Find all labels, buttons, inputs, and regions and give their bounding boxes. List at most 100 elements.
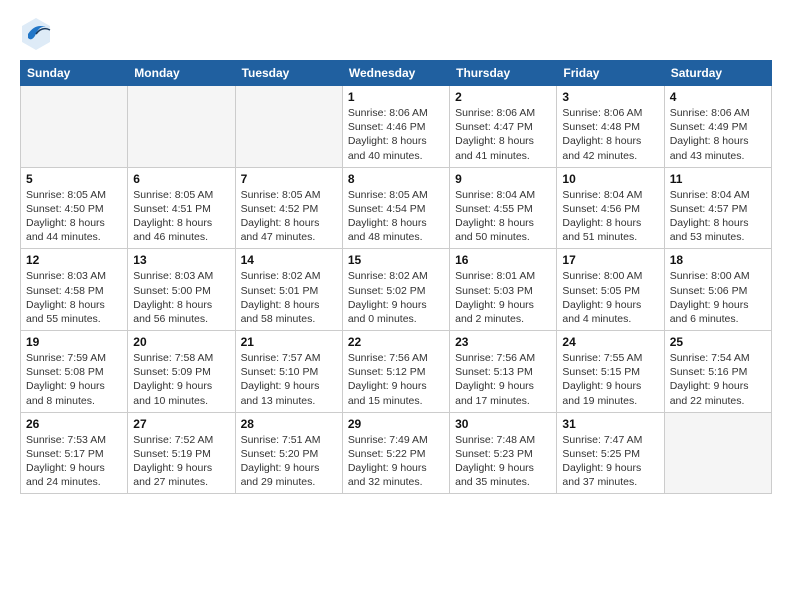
day-info: Sunrise: 8:06 AMSunset: 4:48 PMDaylight:… [562, 106, 658, 163]
day-number: 8 [348, 172, 444, 186]
day-info: Sunrise: 7:49 AMSunset: 5:22 PMDaylight:… [348, 433, 444, 490]
day-number: 23 [455, 335, 551, 349]
calendar-cell: 9 Sunrise: 8:04 AMSunset: 4:55 PMDaylight… [450, 167, 557, 249]
day-info: Sunrise: 8:04 AMSunset: 4:55 PMDaylight:… [455, 188, 551, 245]
weekday-header-friday: Friday [557, 61, 664, 86]
day-number: 1 [348, 90, 444, 104]
day-info: Sunrise: 7:55 AMSunset: 5:15 PMDaylight:… [562, 351, 658, 408]
day-number: 12 [26, 253, 122, 267]
calendar-cell: 16 Sunrise: 8:01 AMSunset: 5:03 PMDayligh… [450, 249, 557, 331]
calendar-cell: 26 Sunrise: 7:53 AMSunset: 5:17 PMDayligh… [21, 412, 128, 494]
calendar-cell: 11 Sunrise: 8:04 AMSunset: 4:57 PMDayligh… [664, 167, 771, 249]
calendar-cell: 29Sunrise: 7:49 AMSunset: 5:22 PMDayligh… [342, 412, 449, 494]
day-number: 22 [348, 335, 444, 349]
day-number: 7 [241, 172, 337, 186]
day-number: 2 [455, 90, 551, 104]
day-number: 11 [670, 172, 766, 186]
calendar-cell: 25 Sunrise: 7:54 AMSunset: 5:16 PMDayligh… [664, 331, 771, 413]
calendar-cell [21, 86, 128, 168]
weekday-header-thursday: Thursday [450, 61, 557, 86]
day-number: 31 [562, 417, 658, 431]
calendar-cell: 31 Sunrise: 7:47 AMSunset: 5:25 PMDayligh… [557, 412, 664, 494]
calendar-cell [128, 86, 235, 168]
day-info: Sunrise: 7:48 AMSunset: 5:23 PMDaylight:… [455, 433, 551, 490]
calendar-cell: 13 Sunrise: 8:03 AMSunset: 5:00 PMDayligh… [128, 249, 235, 331]
day-info: Sunrise: 8:03 AMSunset: 5:00 PMDaylight:… [133, 269, 229, 326]
day-number: 30 [455, 417, 551, 431]
calendar-header-row: SundayMondayTuesdayWednesdayThursdayFrid… [21, 61, 772, 86]
day-info: Sunrise: 8:00 AMSunset: 5:05 PMDaylight:… [562, 269, 658, 326]
calendar-cell: 19 Sunrise: 7:59 AMSunset: 5:08 PMDayligh… [21, 331, 128, 413]
calendar-week-row: 1 Sunrise: 8:06 AMSunset: 4:46 PMDaylight… [21, 86, 772, 168]
calendar-cell: 2 Sunrise: 8:06 AMSunset: 4:47 PMDaylight… [450, 86, 557, 168]
calendar-cell [664, 412, 771, 494]
day-info: Sunrise: 8:01 AMSunset: 5:03 PMDaylight:… [455, 269, 551, 326]
day-info: Sunrise: 7:47 AMSunset: 5:25 PMDaylight:… [562, 433, 658, 490]
calendar-week-row: 26 Sunrise: 7:53 AMSunset: 5:17 PMDayligh… [21, 412, 772, 494]
day-number: 19 [26, 335, 122, 349]
calendar-week-row: 5Sunrise: 8:05 AMSunset: 4:50 PMDaylight… [21, 167, 772, 249]
day-info: Sunrise: 8:02 AMSunset: 5:02 PMDaylight:… [348, 269, 444, 326]
calendar-cell: 27 Sunrise: 7:52 AMSunset: 5:19 PMDayligh… [128, 412, 235, 494]
calendar-cell [235, 86, 342, 168]
calendar-cell: 7 Sunrise: 8:05 AMSunset: 4:52 PMDaylight… [235, 167, 342, 249]
day-info: Sunrise: 7:53 AMSunset: 5:17 PMDaylight:… [26, 433, 122, 490]
calendar-cell: 5Sunrise: 8:05 AMSunset: 4:50 PMDaylight… [21, 167, 128, 249]
day-info: Sunrise: 7:52 AMSunset: 5:19 PMDaylight:… [133, 433, 229, 490]
calendar-cell: 15 Sunrise: 8:02 AMSunset: 5:02 PMDayligh… [342, 249, 449, 331]
calendar-cell: 6 Sunrise: 8:05 AMSunset: 4:51 PMDaylight… [128, 167, 235, 249]
day-info: Sunrise: 8:05 AMSunset: 4:52 PMDaylight:… [241, 188, 337, 245]
day-number: 15 [348, 253, 444, 267]
day-number: 26 [26, 417, 122, 431]
day-info: Sunrise: 7:54 AMSunset: 5:16 PMDaylight:… [670, 351, 766, 408]
calendar-cell: 30 Sunrise: 7:48 AMSunset: 5:23 PMDayligh… [450, 412, 557, 494]
weekday-header-wednesday: Wednesday [342, 61, 449, 86]
logo-icon [20, 16, 52, 52]
day-info: Sunrise: 8:05 AMSunset: 4:51 PMDaylight:… [133, 188, 229, 245]
calendar-cell: 1 Sunrise: 8:06 AMSunset: 4:46 PMDaylight… [342, 86, 449, 168]
day-number: 18 [670, 253, 766, 267]
calendar-week-row: 12Sunrise: 8:03 AMSunset: 4:58 PMDayligh… [21, 249, 772, 331]
calendar-cell: 21 Sunrise: 7:57 AMSunset: 5:10 PMDayligh… [235, 331, 342, 413]
day-number: 17 [562, 253, 658, 267]
weekday-header-saturday: Saturday [664, 61, 771, 86]
calendar-cell: 22 Sunrise: 7:56 AMSunset: 5:12 PMDayligh… [342, 331, 449, 413]
day-info: Sunrise: 8:06 AMSunset: 4:46 PMDaylight:… [348, 106, 444, 163]
day-info: Sunrise: 7:56 AMSunset: 5:12 PMDaylight:… [348, 351, 444, 408]
day-info: Sunrise: 8:06 AMSunset: 4:47 PMDaylight:… [455, 106, 551, 163]
day-info: Sunrise: 7:57 AMSunset: 5:10 PMDaylight:… [241, 351, 337, 408]
day-number: 28 [241, 417, 337, 431]
day-info: Sunrise: 7:58 AMSunset: 5:09 PMDaylight:… [133, 351, 229, 408]
page: SundayMondayTuesdayWednesdayThursdayFrid… [0, 0, 792, 612]
calendar-cell: 12Sunrise: 8:03 AMSunset: 4:58 PMDayligh… [21, 249, 128, 331]
calendar-cell: 20Sunrise: 7:58 AMSunset: 5:09 PMDayligh… [128, 331, 235, 413]
day-number: 27 [133, 417, 229, 431]
weekday-header-tuesday: Tuesday [235, 61, 342, 86]
day-number: 5 [26, 172, 122, 186]
day-number: 21 [241, 335, 337, 349]
calendar-cell: 10Sunrise: 8:04 AMSunset: 4:56 PMDayligh… [557, 167, 664, 249]
calendar-cell: 23 Sunrise: 7:56 AMSunset: 5:13 PMDayligh… [450, 331, 557, 413]
logo [20, 16, 56, 52]
weekday-header-sunday: Sunday [21, 61, 128, 86]
day-info: Sunrise: 8:02 AMSunset: 5:01 PMDaylight:… [241, 269, 337, 326]
calendar-cell: 17 Sunrise: 8:00 AMSunset: 5:05 PMDayligh… [557, 249, 664, 331]
day-number: 13 [133, 253, 229, 267]
day-info: Sunrise: 7:59 AMSunset: 5:08 PMDaylight:… [26, 351, 122, 408]
calendar-week-row: 19 Sunrise: 7:59 AMSunset: 5:08 PMDayligh… [21, 331, 772, 413]
calendar-cell: 28Sunrise: 7:51 AMSunset: 5:20 PMDayligh… [235, 412, 342, 494]
day-info: Sunrise: 8:04 AMSunset: 4:57 PMDaylight:… [670, 188, 766, 245]
day-number: 24 [562, 335, 658, 349]
day-number: 6 [133, 172, 229, 186]
day-number: 3 [562, 90, 658, 104]
day-info: Sunrise: 8:05 AMSunset: 4:54 PMDaylight:… [348, 188, 444, 245]
day-info: Sunrise: 8:00 AMSunset: 5:06 PMDaylight:… [670, 269, 766, 326]
day-number: 9 [455, 172, 551, 186]
day-number: 4 [670, 90, 766, 104]
day-number: 16 [455, 253, 551, 267]
day-info: Sunrise: 7:56 AMSunset: 5:13 PMDaylight:… [455, 351, 551, 408]
calendar-cell: 4Sunrise: 8:06 AMSunset: 4:49 PMDaylight… [664, 86, 771, 168]
day-number: 25 [670, 335, 766, 349]
day-number: 10 [562, 172, 658, 186]
calendar-cell: 18 Sunrise: 8:00 AMSunset: 5:06 PMDayligh… [664, 249, 771, 331]
